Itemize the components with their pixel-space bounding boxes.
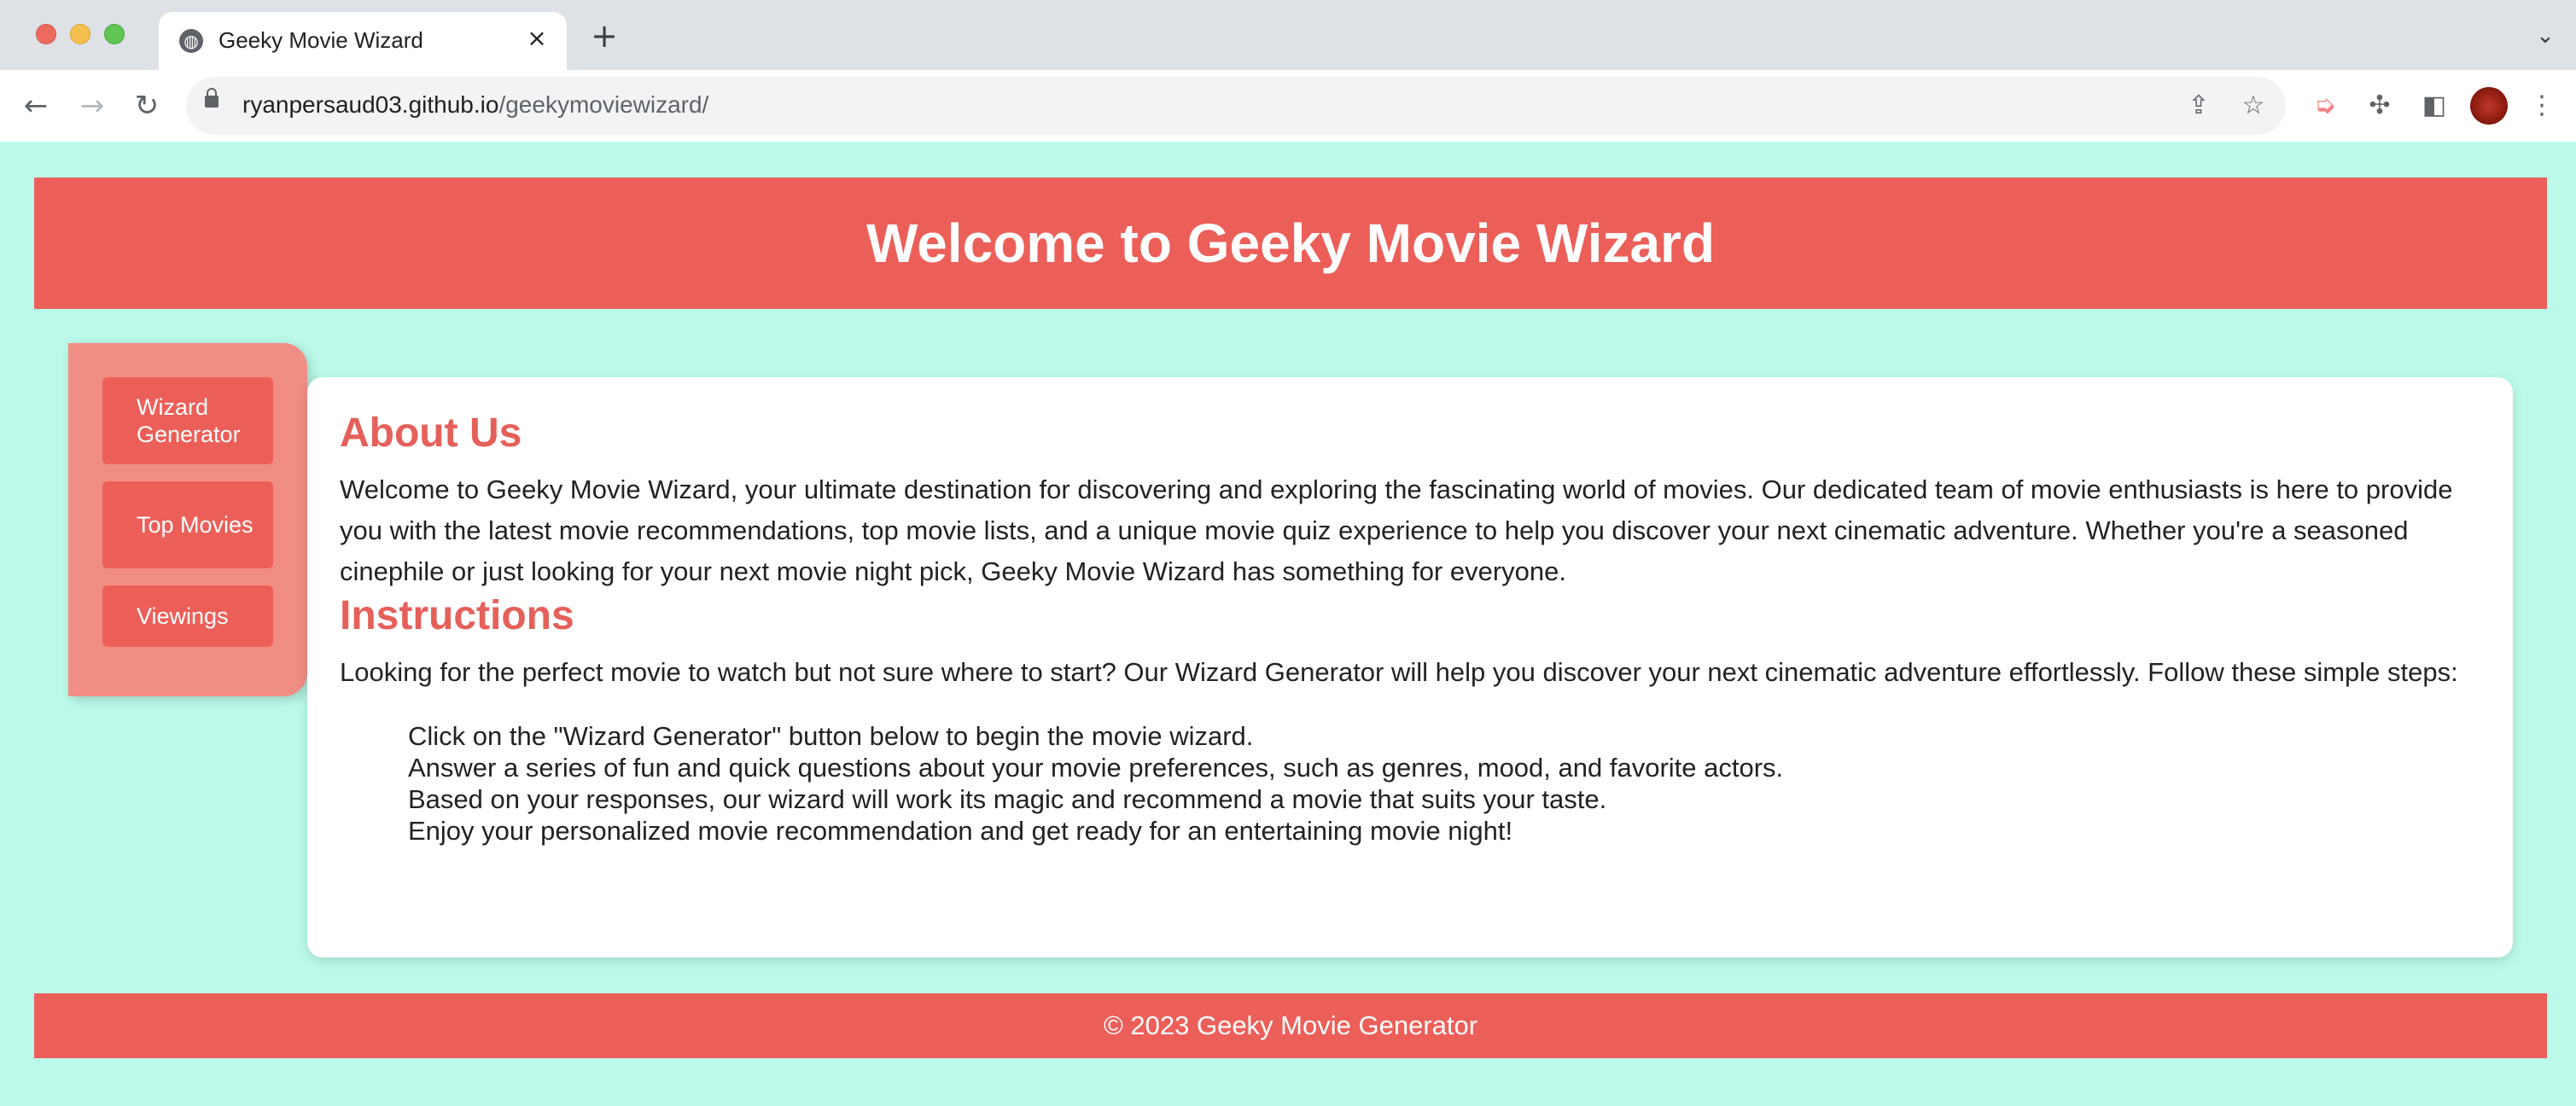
kebab-menu-icon[interactable]: ⋮ (2523, 87, 2561, 125)
site-header: Welcome to Geeky Movie Wizard (34, 178, 2547, 309)
puzzle-icon[interactable]: ✣ (2361, 87, 2398, 125)
url-text[interactable]: ryanpersaud03.github.io/geekymoviewizard… (242, 91, 708, 119)
url-path: /geekymoviewizard/ (498, 91, 709, 118)
footer-text: © 2023 Geeky Movie Generator (1103, 1010, 1478, 1040)
minimize-window-button[interactable] (70, 24, 90, 44)
viewings-button[interactable]: Viewings (102, 585, 273, 647)
about-heading: About Us (340, 410, 522, 456)
reload-icon[interactable]: ↻ (126, 85, 167, 126)
site-footer: © 2023 Geeky Movie Generator (34, 993, 2547, 1058)
wizard-generator-button[interactable]: Wizard Generator (102, 377, 273, 464)
star-icon[interactable]: ☆ (2236, 89, 2270, 123)
extension-icon[interactable]: ➭ (2306, 87, 2344, 125)
maximize-window-button[interactable] (104, 24, 125, 44)
instructions-text: Looking for the perfect movie to watch b… (340, 657, 2458, 687)
chevron-down-icon[interactable]: ⌄ (2530, 20, 2561, 51)
page-title: Welcome to Geeky Movie Wizard (865, 212, 1716, 274)
arrow-right-icon[interactable]: → (72, 85, 113, 126)
tab-title: Geeky Movie Wizard (219, 27, 423, 53)
close-icon[interactable]: × (522, 24, 551, 53)
browser-tabstrip: ◍ Geeky Movie Wizard × + ⌄ (0, 0, 2576, 70)
top-movies-button[interactable]: Top Movies (102, 481, 273, 568)
globe-icon: ◍ (179, 29, 203, 53)
list-item: Based on your responses, our wizard will… (408, 784, 1607, 814)
list-item: Click on the "Wizard Generator" button b… (408, 721, 1254, 751)
avatar[interactable] (2470, 87, 2508, 125)
share-icon[interactable]: ⇪ (2182, 89, 2216, 123)
url-host: ryanpersaud03.github.io (242, 91, 499, 118)
lock-icon[interactable] (205, 88, 219, 108)
plus-icon[interactable]: + (587, 19, 621, 53)
list-item: Enjoy your personalized movie recommenda… (408, 816, 1513, 846)
list-item: Answer a series of fun and quick questio… (408, 753, 1784, 783)
about-text: Welcome to Geeky Movie Wizard, your ulti… (340, 474, 2453, 586)
browser-toolbar: ← → ↻ ryanpersaud03.github.io/geekymovie… (0, 70, 2576, 142)
sidebar: Wizard Generator Top Movies Viewings (68, 343, 307, 696)
arrow-left-icon[interactable]: ← (15, 85, 56, 126)
instruction-steps: Click on the "Wizard Generator" button b… (340, 720, 2480, 847)
main-content-card: About Us Welcome to Geeky Movie Wizard, … (307, 377, 2513, 958)
address-bar[interactable]: ryanpersaud03.github.io/geekymoviewizard… (186, 77, 2286, 135)
side-panel-icon[interactable]: ◧ (2416, 87, 2453, 125)
close-window-button[interactable] (36, 24, 56, 44)
instructions-heading: Instructions (340, 593, 574, 638)
page-body: Welcome to Geeky Movie Wizard Wizard Gen… (0, 142, 2576, 1106)
browser-tab-active[interactable]: ◍ Geeky Movie Wizard × (159, 12, 567, 70)
